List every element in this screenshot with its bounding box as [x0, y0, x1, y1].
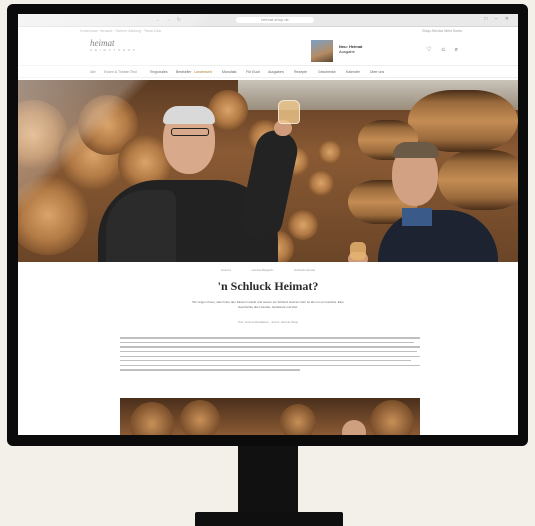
breadcrumb-item[interactable]: Heimat-Magazin [251, 268, 273, 272]
window-controls[interactable]: □ – ✕ [484, 16, 512, 22]
logo-subline: H E I M A T S H O P [90, 48, 136, 52]
address-bar[interactable]: heimat-shop.de [236, 17, 314, 23]
promo-line-2: Ausgabe [339, 49, 355, 54]
barrel [288, 210, 318, 240]
site-header: heimat H E I M A T S H O P Neu: Heimat A… [18, 35, 518, 66]
site-topbar: Kostenloser Versand · Sichere Zahlung · … [18, 27, 518, 35]
menu-item[interactable]: Über uns [370, 70, 384, 74]
menu-item[interactable]: Bestseller [176, 70, 191, 74]
menu-item[interactable]: Für Euch [246, 70, 260, 74]
header-icons[interactable]: ♡ ⌂ ⌕ [426, 46, 462, 54]
article-byline: Text: Heimat Redaktion · Fotos: Heimat S… [237, 320, 299, 324]
menu-item[interactable]: Geschenke [318, 70, 336, 74]
menu-item[interactable]: Ausgaben [268, 70, 284, 74]
breadcrumb-item[interactable]: Heimat [221, 268, 231, 272]
barrel [130, 402, 174, 435]
browser-nav-icons[interactable]: ← → ↻ [156, 17, 183, 23]
breadcrumb: Heimat Heimat-Magazin Schluck Heimat [18, 268, 518, 272]
monitor-screen: ← → ↻ heimat-shop.de □ – ✕ Kostenloser V… [18, 14, 518, 435]
article-body-text [120, 334, 420, 374]
logo-wordmark: heimat [90, 38, 115, 48]
barrel [180, 400, 220, 435]
monitor-stand-neck [238, 446, 298, 514]
menu-item[interactable]: Landesweit [194, 70, 212, 74]
person-head [342, 420, 366, 435]
text-line [120, 346, 420, 348]
article-title: 'n Schluck Heimat? [217, 279, 319, 293]
barrel [370, 400, 414, 435]
breadcrumb-item[interactable]: Schluck Heimat [294, 268, 315, 272]
glasses-icon [171, 128, 209, 136]
text-line [120, 337, 420, 339]
text-line [120, 364, 420, 367]
main-menu: Alle Essen & Trinken Tirol Regionales Bestse… [18, 66, 518, 78]
text-line [120, 341, 414, 344]
browser-chrome: ← → ↻ heimat-shop.de □ – ✕ [18, 14, 518, 27]
text-line [120, 360, 411, 362]
text-line [120, 355, 420, 357]
menu-item[interactable]: Manufakt. [222, 70, 237, 74]
article-image [120, 398, 420, 435]
menu-item[interactable]: Kalender [346, 70, 360, 74]
man-left-hair [163, 106, 215, 124]
menu-item[interactable]: Tirol [130, 70, 137, 74]
whisky-glass-raised [278, 100, 300, 124]
barrel [208, 90, 248, 130]
hero-image [18, 80, 518, 262]
promo-teaser[interactable]: Neu: Heimat Ausgabe [339, 44, 362, 54]
site-logo[interactable]: heimat H E I M A T S H O P [90, 38, 138, 52]
menu-item[interactable]: Essen & Trinken [104, 70, 129, 74]
man-right-hair [393, 142, 439, 158]
menu-item[interactable]: Rezepte [294, 70, 307, 74]
whisky-glass [350, 242, 366, 260]
monitor-stand-foot [195, 512, 343, 526]
man-right-collar [402, 208, 432, 226]
text-line [120, 369, 300, 371]
barrel [318, 140, 342, 164]
article-lead: Wir zeigen Ihnen, was hinter den Fässern… [192, 300, 344, 309]
barrel [18, 175, 88, 255]
menu-item[interactable]: Regionales [150, 70, 168, 74]
barrel [438, 150, 518, 210]
text-line [120, 350, 417, 353]
promo-thumbnail[interactable] [311, 40, 333, 62]
topbar-account-links[interactable]: Shop-Service Mein Konto [422, 29, 462, 33]
barrel [280, 404, 316, 435]
menu-item[interactable]: Alle [90, 70, 96, 74]
topbar-usp: Kostenloser Versand · Sichere Zahlung · … [80, 29, 162, 33]
barrel [308, 170, 334, 196]
